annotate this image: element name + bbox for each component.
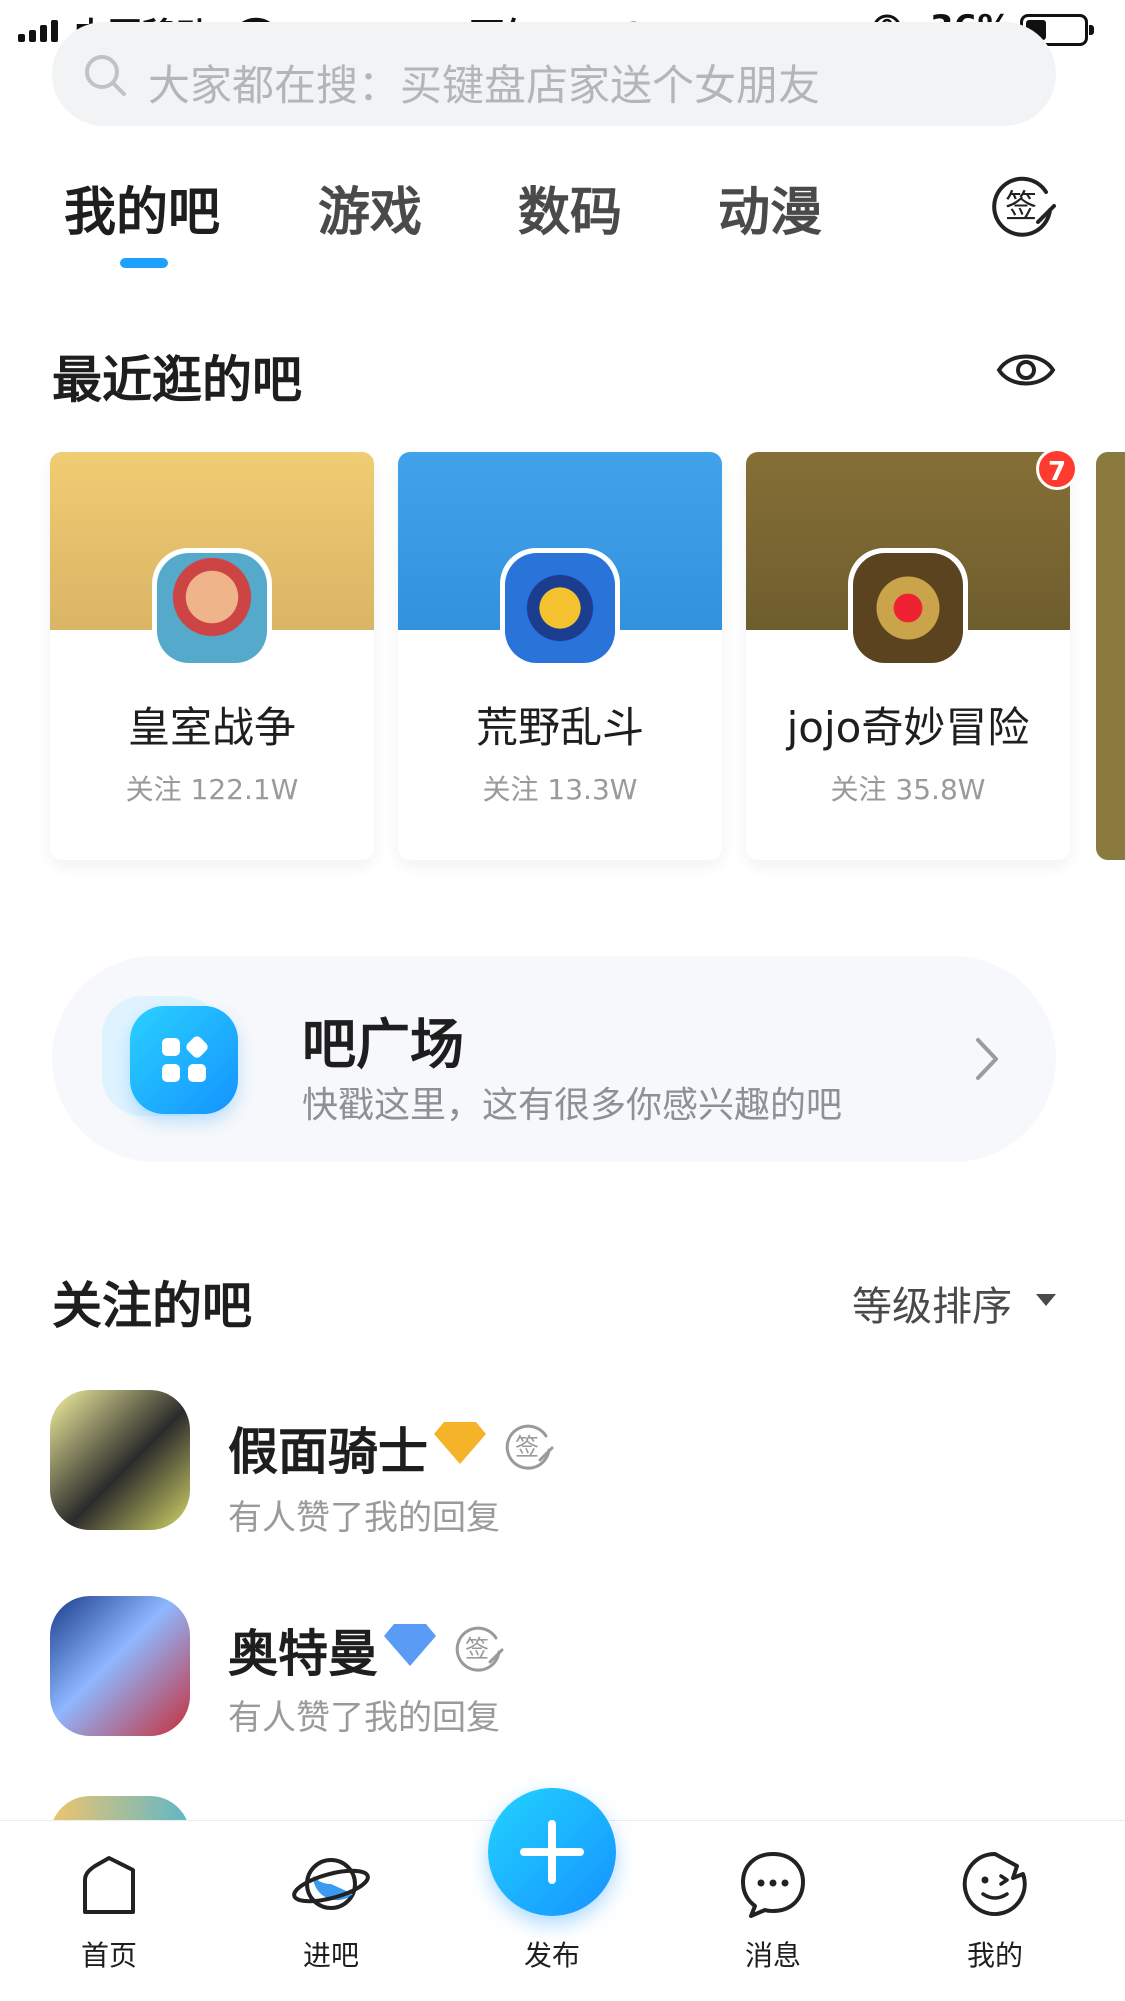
home-icon <box>83 1856 135 1914</box>
level-badge: 9 <box>384 1622 469 1666</box>
recent-bar-card[interactable]: jojo奇妙冒险 关注 35.8W <box>746 452 1070 860</box>
sign-icon[interactable]: 签 <box>452 1622 504 1678</box>
bar-followers: 关注 13.3W <box>482 773 638 806</box>
bar-activity: 有人赞了我的回复 <box>228 1698 500 1738</box>
search-icon <box>82 52 128 102</box>
tab-my-bars[interactable]: 我的吧 <box>64 170 220 245</box>
eye-icon[interactable] <box>996 348 1056 396</box>
bar-plaza-banner[interactable]: 吧广场 快戳这里，这有很多你感兴趣的吧 <box>52 956 1056 1162</box>
recent-bar-card[interactable]: 荒野乱斗 关注 13.3W <box>398 452 722 860</box>
recent-bar-card[interactable]: 皇室战争 关注 122.1W <box>50 452 374 860</box>
bar-avatar <box>152 548 272 668</box>
bar-name: 荒野乱斗 <box>475 703 644 752</box>
profile-face-icon <box>962 1851 1027 1916</box>
bar-avatar <box>50 1596 190 1736</box>
search-placeholder: 大家都在搜：买键盘店家送个女朋友 <box>148 61 821 110</box>
plus-icon <box>520 1820 584 1884</box>
followed-bars-title: 关注的吧 <box>52 1277 252 1335</box>
nav-enter-bars[interactable]: 进吧 <box>276 1848 386 1978</box>
nav-messages[interactable]: 消息 <box>718 1848 828 1978</box>
bar-followers: 关注 122.1W <box>125 773 299 806</box>
bar-avatar <box>848 548 968 668</box>
unread-badge: 7 <box>1036 448 1078 490</box>
publish-label[interactable]: 发布 <box>488 1934 616 1974</box>
nav-home[interactable]: 首页 <box>54 1848 164 1978</box>
bar-name: 皇室战争 <box>127 703 296 752</box>
bar-followers: 关注 35.8W <box>830 773 986 806</box>
bar-name: 奥特曼 <box>228 1625 378 1683</box>
sign-in-icon: 签 <box>992 176 1056 237</box>
publish-button[interactable] <box>488 1788 616 1916</box>
tab-anime[interactable]: 动漫 <box>718 170 822 245</box>
svg-text:签: 签 <box>465 1635 489 1663</box>
sign-in-button[interactable]: 签 <box>988 170 1058 240</box>
plaza-title: 吧广场 <box>302 1013 464 1076</box>
caret-down-icon <box>1036 1294 1056 1306</box>
bar-name: 假面骑士 <box>228 1423 428 1481</box>
active-tab-indicator <box>120 258 168 268</box>
svg-text:签: 签 <box>1005 187 1037 225</box>
tab-games[interactable]: 游戏 <box>318 170 422 245</box>
bar-avatar <box>50 1390 190 1530</box>
bar-avatar <box>500 548 620 668</box>
sort-dropdown[interactable]: 等级排序 <box>852 1274 1012 1332</box>
recent-bars-title: 最近逛的吧 <box>52 351 302 409</box>
plaza-subtitle: 快戳这里，这有很多你感兴趣的吧 <box>302 1085 843 1126</box>
message-icon <box>741 1852 805 1918</box>
grid-icon <box>130 1006 238 1114</box>
signal-icon <box>18 20 60 42</box>
search-bar[interactable]: 大家都在搜：买键盘店家送个女朋友 <box>52 22 1056 126</box>
bar-activity: 有人赞了我的回复 <box>228 1498 500 1538</box>
next-card-peek <box>1096 452 1125 860</box>
chevron-right-icon <box>972 1036 1002 1086</box>
nav-mine[interactable]: 我的 <box>940 1848 1050 1978</box>
svg-text:签: 签 <box>515 1433 539 1461</box>
bar-name: jojo奇妙冒险 <box>786 703 1030 752</box>
planet-icon <box>292 1858 370 1910</box>
level-badge: 10 <box>434 1420 526 1464</box>
sign-icon[interactable]: 签 <box>502 1420 554 1476</box>
tab-digital[interactable]: 数码 <box>518 170 622 245</box>
